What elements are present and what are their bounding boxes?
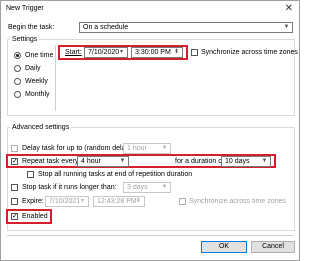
expire-sync-label: Synchronize across time zones bbox=[189, 198, 286, 205]
stop-running-label: Stop all running tasks at end of repetit… bbox=[38, 171, 193, 178]
radio-one-time-label: One time bbox=[25, 52, 54, 59]
footer-separator bbox=[7, 235, 293, 236]
sync-timezones-label: Synchronize across time zones bbox=[201, 49, 298, 56]
enabled-checkbox[interactable]: ✓ bbox=[11, 213, 18, 220]
start-date-value: 7/10/2020 bbox=[88, 49, 120, 56]
chevron-down-icon: ▼ bbox=[161, 145, 168, 151]
stop-running-checkbox[interactable] bbox=[27, 171, 34, 178]
calendar-icon: ▾ bbox=[80, 198, 84, 204]
enabled-label: Enabled bbox=[22, 213, 48, 220]
delay-value: 1 hour bbox=[127, 145, 147, 152]
stop-longer-checkbox[interactable] bbox=[11, 184, 18, 191]
start-time-value: 3:30:00 PM bbox=[135, 49, 171, 56]
duration-value: 10 days bbox=[225, 158, 250, 165]
expire-time-value: 12:43:28 PM bbox=[97, 198, 137, 205]
spinner-icon: ⬍ bbox=[135, 198, 142, 204]
chevron-down-icon: ▼ bbox=[283, 24, 290, 30]
chevron-down-icon: ▼ bbox=[119, 158, 126, 164]
settings-divider bbox=[55, 45, 56, 111]
expire-time-spinner[interactable]: 12:43:28 PM ⬍ bbox=[93, 196, 145, 207]
delay-task-checkbox[interactable] bbox=[11, 145, 18, 152]
radio-one-time[interactable] bbox=[14, 52, 21, 59]
spinner-icon: ⬍ bbox=[173, 49, 180, 55]
radio-weekly[interactable] bbox=[14, 78, 21, 85]
radio-daily[interactable] bbox=[14, 65, 21, 72]
cancel-button[interactable]: Cancel bbox=[251, 241, 295, 253]
expire-date-value: 7/10/2021 bbox=[49, 198, 81, 205]
close-icon[interactable]: ✕ bbox=[285, 3, 293, 15]
window-title: New Trigger bbox=[6, 5, 44, 12]
stop-longer-value: 3 days bbox=[127, 184, 148, 191]
start-time-spinner[interactable]: 3:30:00 PM ⬍ bbox=[131, 47, 183, 58]
advanced-settings-label: Advanced settings bbox=[10, 123, 72, 132]
stop-longer-label: Stop task if it runs longer than: bbox=[22, 184, 117, 191]
expire-date-picker[interactable]: 7/10/2021 ▾ bbox=[45, 196, 89, 207]
duration-label: for a duration of: bbox=[175, 158, 226, 165]
radio-daily-label: Daily bbox=[25, 65, 41, 72]
settings-group-label: Settings bbox=[10, 35, 40, 44]
start-label: Start: bbox=[65, 49, 82, 56]
start-date-picker[interactable]: 7/10/2020 ▾ bbox=[84, 47, 128, 58]
repeat-task-label: Repeat task every: bbox=[22, 158, 81, 165]
repeat-interval-dropdown[interactable]: 4 hour ▼ bbox=[77, 156, 129, 167]
new-trigger-dialog: New Trigger ✕ Begin the task: On a sched… bbox=[0, 0, 300, 261]
stop-longer-dropdown[interactable]: 3 days ▼ bbox=[123, 182, 171, 193]
radio-monthly-label: Monthly bbox=[25, 91, 50, 98]
radio-monthly[interactable] bbox=[14, 91, 21, 98]
duration-dropdown[interactable]: 10 days ▼ bbox=[221, 156, 271, 167]
begin-task-value: On a schedule bbox=[83, 24, 129, 31]
delay-task-label: Delay task for up to (random delay): bbox=[22, 145, 134, 152]
ok-button[interactable]: OK bbox=[201, 241, 247, 253]
repeat-interval-value: 4 hour bbox=[81, 158, 101, 165]
expire-sync-checkbox[interactable] bbox=[179, 198, 186, 205]
chevron-down-icon: ▼ bbox=[261, 158, 268, 164]
radio-weekly-label: Weekly bbox=[25, 78, 48, 85]
delay-dropdown[interactable]: 1 hour ▼ bbox=[123, 143, 171, 154]
begin-task-label: Begin the task: bbox=[8, 24, 55, 31]
chevron-down-icon: ▼ bbox=[161, 184, 168, 190]
repeat-task-checkbox[interactable]: ✓ bbox=[11, 158, 18, 165]
calendar-icon: ▾ bbox=[119, 49, 123, 55]
expire-checkbox[interactable] bbox=[11, 198, 18, 205]
title-bar: New Trigger ✕ bbox=[1, 1, 299, 18]
expire-label: Expire: bbox=[22, 198, 44, 205]
sync-timezones-checkbox[interactable] bbox=[191, 49, 198, 56]
begin-task-dropdown[interactable]: On a schedule ▼ bbox=[79, 22, 293, 33]
